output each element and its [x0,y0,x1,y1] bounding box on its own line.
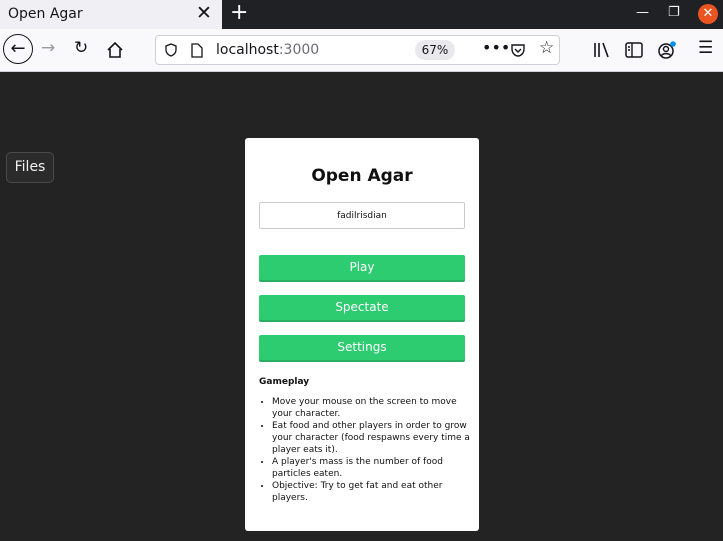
tab-open-agar[interactable]: Open Agar ✕ [0,0,222,29]
start-menu: Open Agar Play Spectate Settings Gamepla… [245,138,479,531]
account-icon[interactable] [657,40,677,60]
library-icon[interactable] [593,42,611,58]
menu-icon[interactable]: ☰ [698,38,713,58]
instruction-item: A player's mass is the number of food pa… [272,456,472,480]
sidebar-toggle-icon[interactable] [625,42,643,58]
bookmark-star-icon[interactable]: ☆ [539,38,554,58]
close-tab-icon[interactable]: ✕ [196,2,212,24]
url-bar[interactable]: localhost:3000 67% ••• ☆ [155,35,560,65]
new-tab-icon[interactable]: + [230,0,248,25]
player-name-input[interactable] [259,202,465,229]
spectate-button[interactable]: Spectate [259,295,465,320]
pocket-icon[interactable] [510,42,526,58]
settings-button[interactable]: Settings [259,335,465,360]
game-title: Open Agar [311,166,413,186]
window-close-icon[interactable]: ✕ [698,4,718,24]
navigation-bar: ← → ↻ localhost:3000 67% ••• ☆ ☰ [0,29,723,72]
instruction-item: Objective: Try to get fat and eat other … [272,480,472,504]
url-text[interactable]: localhost:3000 [216,42,319,58]
more-actions-icon[interactable]: ••• [482,38,510,57]
forward-icon[interactable]: → [41,38,55,58]
gameplay-heading: Gameplay [259,377,310,387]
url-port: :3000 [278,42,320,58]
home-icon[interactable] [106,41,124,59]
reload-icon[interactable]: ↻ [74,38,88,58]
back-icon[interactable]: ← [3,34,33,64]
shield-icon[interactable] [165,43,177,57]
files-button[interactable]: Files [6,152,54,183]
tab-title: Open Agar [8,6,83,22]
restore-icon[interactable]: ❐ [668,5,680,20]
instructions-list: Move your mouse on the screen to move yo… [259,396,472,504]
page-icon[interactable] [191,43,203,58]
minimize-icon[interactable]: — [636,5,649,20]
instruction-item: Eat food and other players in order to g… [272,420,472,456]
play-button[interactable]: Play [259,255,465,280]
instruction-item: Move your mouse on the screen to move yo… [272,396,472,420]
url-host: localhost [216,42,279,58]
zoom-level[interactable]: 67% [415,40,455,60]
tab-bar: Open Agar ✕ + — ❐ ✕ [0,0,723,29]
